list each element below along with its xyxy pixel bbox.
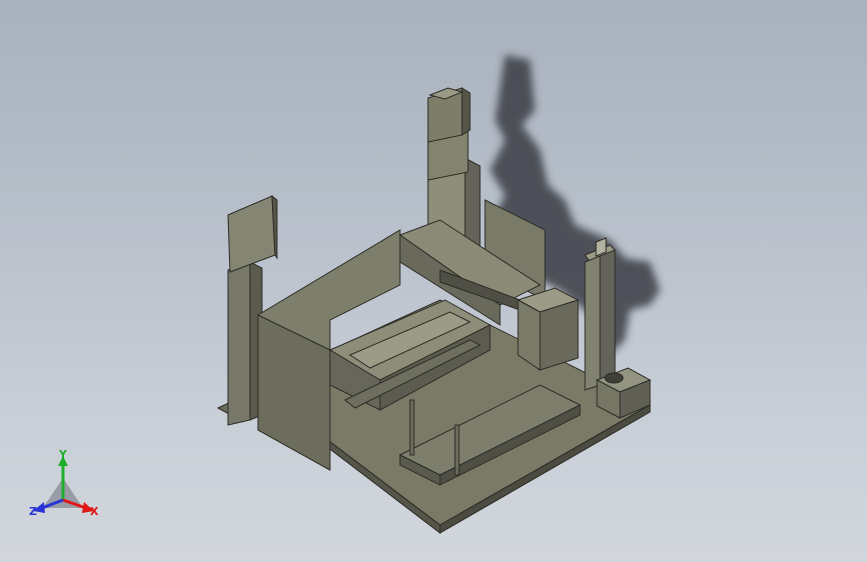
orientation-triad[interactable]: Y X Z xyxy=(28,448,103,525)
z-axis-label: Z xyxy=(29,505,37,518)
assembly-model[interactable] xyxy=(0,0,867,562)
y-axis-label: Y xyxy=(59,448,67,461)
cad-3d-viewport[interactable]: Y X Z xyxy=(0,0,867,562)
carriage-block xyxy=(516,287,580,371)
sensor-post xyxy=(584,237,616,391)
x-axis-label: X xyxy=(90,505,99,518)
